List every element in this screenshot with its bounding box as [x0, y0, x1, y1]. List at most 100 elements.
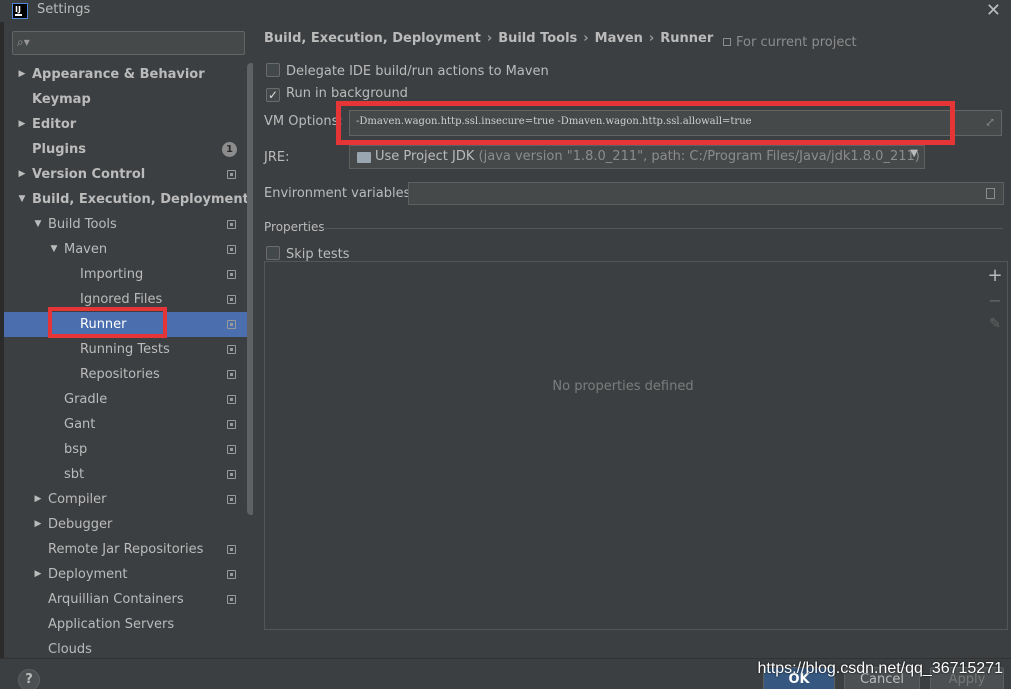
- sidebar-item-label: Gant: [64, 417, 96, 432]
- breadcrumb-item[interactable]: Maven: [595, 31, 643, 46]
- chevron-right-icon[interactable]: ▶: [32, 487, 44, 512]
- breadcrumb-separator: ›: [486, 31, 493, 46]
- help-button[interactable]: ?: [18, 669, 40, 689]
- settings-sidebar: ⌕▾ ▶ Appearance & Behavior Keymap ▶ Editor Pl…: [4, 25, 253, 658]
- chevron-down-icon[interactable]: ▼: [32, 212, 44, 237]
- search-icon: ⌕▾: [17, 35, 30, 49]
- chevron-right-icon[interactable]: ▶: [16, 112, 28, 137]
- project-scope-icon: [227, 295, 236, 304]
- vm-options-value: -Dmaven.wagon.http.ssl.insecure=true -Dm…: [356, 116, 752, 127]
- chevron-down-icon[interactable]: ▼: [48, 237, 60, 262]
- edit-icon[interactable]: ✎: [986, 316, 1004, 332]
- sidebar-item-arquillian-containers[interactable]: Arquillian Containers: [4, 587, 253, 612]
- sidebar-item-plugins[interactable]: Plugins 1: [4, 137, 253, 162]
- sidebar-item-compiler[interactable]: ▶ Compiler: [4, 487, 253, 512]
- sidebar-item-build-tools[interactable]: ▼ Build Tools: [4, 212, 253, 237]
- sidebar-item-label: Arquillian Containers: [48, 592, 184, 607]
- skip-tests-label: Skip tests: [286, 247, 350, 262]
- for-current-project-label: For current project: [723, 35, 857, 50]
- settings-content: Build, Execution, Deployment › Build Tools…: [253, 25, 1011, 658]
- background-checkbox-row[interactable]: ✓ Run in background: [266, 86, 408, 104]
- remove-icon[interactable]: −: [986, 291, 1004, 310]
- sidebar-item-application-servers[interactable]: Application Servers: [4, 612, 253, 637]
- chevron-right-icon[interactable]: ▶: [16, 62, 28, 87]
- sidebar-item-label: Deployment: [48, 567, 128, 582]
- sidebar-item-editor[interactable]: ▶ Editor: [4, 112, 253, 137]
- project-scope-icon: [227, 470, 236, 479]
- vm-options-input[interactable]: -Dmaven.wagon.http.ssl.insecure=true -Dm…: [349, 110, 1002, 136]
- sidebar-item-gradle[interactable]: Gradle: [4, 387, 253, 412]
- sidebar-item-build-execution-deployment[interactable]: ▼ Build, Execution, Deployment: [4, 187, 253, 212]
- breadcrumb: Build, Execution, Deployment › Build Tools…: [264, 31, 719, 46]
- project-scope-icon: [227, 270, 236, 279]
- title-bar: IJ Settings ✕: [0, 0, 1011, 22]
- breadcrumb-separator: ›: [583, 31, 589, 46]
- sidebar-item-debugger[interactable]: ▶ Debugger: [4, 512, 253, 537]
- sidebar-item-keymap[interactable]: Keymap: [4, 87, 253, 112]
- add-icon[interactable]: +: [986, 265, 1004, 286]
- delegate-checkbox[interactable]: [266, 63, 280, 77]
- expand-icon[interactable]: ⤢: [985, 115, 995, 129]
- watermark-text: https://blog.csdn.net/qq_36715271: [757, 660, 1003, 677]
- sidebar-item-deployment[interactable]: ▶ Deployment: [4, 562, 253, 587]
- search-input[interactable]: ⌕▾: [12, 31, 245, 55]
- sidebar-item-label: bsp: [64, 442, 88, 457]
- delegate-checkbox-label: Delegate IDE build/run actions to Maven: [286, 64, 549, 79]
- chevron-down-icon[interactable]: ▼: [16, 187, 28, 212]
- sidebar-item-label: Debugger: [48, 517, 113, 532]
- sidebar-item-importing[interactable]: Importing: [4, 262, 253, 287]
- sidebar-item-ignored-files[interactable]: Ignored Files: [4, 287, 253, 312]
- sidebar-item-remote-jar-repositories[interactable]: Remote Jar Repositories: [4, 537, 253, 562]
- sidebar-item-label: Clouds: [48, 642, 92, 657]
- jre-select[interactable]: Use Project JDK (java version "1.8.0_211…: [349, 145, 925, 169]
- folder-icon: [357, 152, 371, 163]
- chevron-right-icon[interactable]: ▶: [32, 512, 44, 537]
- sidebar-item-label: Editor: [32, 117, 77, 132]
- sidebar-item-running-tests[interactable]: Running Tests: [4, 337, 253, 362]
- document-icon[interactable]: [986, 188, 995, 199]
- sidebar-item-runner[interactable]: Runner: [4, 312, 253, 337]
- jre-detail: (java version "1.8.0_211", path: C:/Prog…: [478, 149, 920, 164]
- breadcrumb-item[interactable]: Build Tools: [498, 31, 577, 46]
- properties-title: Properties: [264, 220, 325, 234]
- sidebar-item-maven[interactable]: ▼ Maven: [4, 237, 253, 262]
- sidebar-item-label: Importing: [80, 267, 144, 282]
- sidebar-item-appearance-behavior[interactable]: ▶ Appearance & Behavior: [4, 62, 253, 87]
- sidebar-item-label: Application Servers: [48, 617, 175, 632]
- background-checkbox[interactable]: ✓: [266, 88, 280, 102]
- sidebar-item-bsp[interactable]: bsp: [4, 437, 253, 462]
- sidebar-item-label: Compiler: [48, 492, 107, 507]
- project-scope-icon: [227, 245, 236, 254]
- delegate-checkbox-row[interactable]: Delegate IDE build/run actions to Maven: [266, 63, 549, 81]
- sidebar-item-clouds[interactable]: Clouds: [4, 637, 253, 658]
- chevron-right-icon[interactable]: ▶: [16, 162, 28, 187]
- breadcrumb-item[interactable]: Build, Execution, Deployment: [264, 31, 481, 46]
- sidebar-item-version-control[interactable]: ▶ Version Control: [4, 162, 253, 187]
- project-scope-icon: [227, 495, 236, 504]
- sidebar-item-label: Running Tests: [80, 342, 170, 357]
- sidebar-item-label: Version Control: [32, 167, 146, 182]
- breadcrumb-item[interactable]: Runner: [660, 31, 713, 46]
- project-scope-icon: [227, 345, 236, 354]
- env-label: Environment variables:: [264, 186, 415, 201]
- chevron-right-icon[interactable]: ▶: [32, 562, 44, 587]
- env-variables-input[interactable]: [408, 182, 1004, 205]
- project-scope-icon: [723, 38, 731, 46]
- project-scope-icon: [227, 220, 236, 229]
- breadcrumb-separator: ›: [648, 31, 655, 46]
- sidebar-item-sbt[interactable]: sbt: [4, 462, 253, 487]
- project-scope-icon: [227, 370, 236, 379]
- project-scope-icon: [227, 395, 236, 404]
- sidebar-item-label: Appearance & Behavior: [32, 67, 205, 82]
- close-icon[interactable]: ✕: [986, 0, 1001, 21]
- sidebar-item-gant[interactable]: Gant: [4, 412, 253, 437]
- sidebar-item-label: Remote Jar Repositories: [48, 542, 204, 557]
- sidebar-item-label: Keymap: [32, 92, 91, 107]
- update-count-badge: 1: [222, 142, 237, 157]
- sidebar-item-repositories[interactable]: Repositories: [4, 362, 253, 387]
- project-scope-icon: [227, 170, 236, 179]
- project-scope-icon: [227, 320, 236, 329]
- intellij-logo-icon: IJ: [12, 3, 28, 19]
- sidebar-item-label: Ignored Files: [80, 292, 163, 307]
- skip-tests-checkbox[interactable]: [266, 246, 280, 260]
